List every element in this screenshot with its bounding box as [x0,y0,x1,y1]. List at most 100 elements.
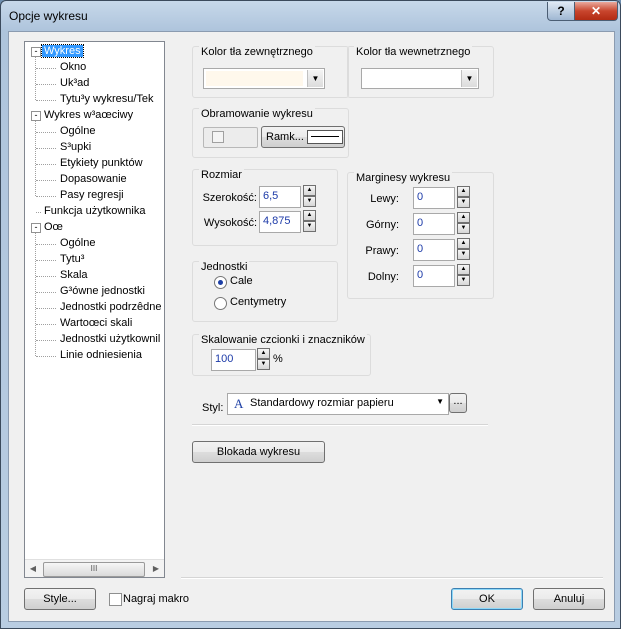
tree-item[interactable]: G³ówne jednostki [58,284,147,299]
tree-item-label: Jednostki podrzêdne [60,301,162,313]
down-arrow-icon[interactable]: ▼ [457,197,470,208]
cm-radio[interactable] [214,297,227,310]
lock-chart-button[interactable]: Blokada wykresu [192,441,325,463]
margins-group: Marginesy wykresu Lewy: 0 ▲ ▼ Górny: 0 ▲ ▼… [347,172,494,299]
tree-item[interactable]: Oœ [42,220,65,235]
tree-item[interactable]: Okno [58,60,88,75]
tree-item[interactable]: S³upki [58,140,93,155]
chevron-down-icon[interactable]: ▼ [461,70,477,87]
frame-button[interactable]: Ramk... [261,126,345,148]
border-toggle[interactable] [203,127,258,148]
down-arrow-icon[interactable]: ▼ [303,221,316,232]
margin-top-value: 0 [417,217,424,229]
up-arrow-icon[interactable]: ▲ [303,185,316,196]
up-arrow-icon[interactable]: ▲ [257,348,270,359]
tree-item-label: Linie odniesienia [60,349,142,361]
up-arrow-icon[interactable]: ▲ [303,210,316,221]
tree-item[interactable]: Wykres [41,44,84,59]
tree-item[interactable]: Uk³ad [58,76,91,91]
record-macro-label[interactable]: Nagraj makro [123,593,189,605]
margin-left-stepper[interactable]: ▲ ▼ [457,186,470,208]
height-input[interactable]: 4,875 [259,211,301,233]
margin-right-stepper[interactable]: ▲ ▼ [457,238,470,260]
help-button[interactable]: ? [547,2,575,21]
down-arrow-icon[interactable]: ▼ [457,223,470,234]
tree-item[interactable]: Jednostki użytkownil [58,332,162,347]
record-macro-checkbox[interactable] [109,593,122,606]
tree-item[interactable]: Skala [58,268,90,283]
margin-left-value: 0 [417,191,424,203]
scroll-left-icon[interactable]: ◀ [28,563,38,574]
margin-bottom-stepper[interactable]: ▲ ▼ [457,264,470,286]
tree-item[interactable]: Jednostki podrzêdne [58,300,164,315]
tree-item[interactable]: Ogólne [58,124,97,139]
tree-guide-line [35,56,36,100]
tree-item[interactable]: Wartoœci skali [58,316,134,331]
tree-item[interactable]: Tytu³ [58,252,86,267]
title-bar[interactable]: Opcje wykresu ? ✕ [1,1,620,31]
window-title: Opcje wykresu [9,9,88,23]
inches-label[interactable]: Cale [230,275,253,287]
chevron-down-icon[interactable]: ▼ [307,70,323,87]
style-browse-button[interactable]: ... [449,393,467,413]
cancel-button[interactable]: Anuluj [533,588,605,610]
size-label: Rozmiar [199,169,244,181]
up-arrow-icon[interactable]: ▲ [457,186,470,197]
scroll-right-icon[interactable]: ▶ [151,563,161,574]
margin-left-input[interactable]: 0 [413,187,455,209]
tree-item[interactable]: Funkcja użytkownika [42,204,148,219]
dialog-window: Opcje wykresu ? ✕ Wykres - Okno Uk³ad Tytu³y… [0,0,621,629]
up-arrow-icon[interactable]: ▲ [457,212,470,223]
outer-bg-combo[interactable]: ▼ [203,68,325,89]
margin-top-stepper[interactable]: ▲ ▼ [457,212,470,234]
width-input[interactable]: 6,5 [259,186,301,208]
tree-item[interactable]: Tytu³y wykresu/Tek [58,92,156,107]
collapse-icon[interactable]: - [31,47,41,57]
scaling-stepper[interactable]: ▲ ▼ [257,348,270,370]
size-group: Rozmiar Szerokość: 6,5 ▲ ▼ Wysokość: 4,87… [192,169,338,246]
tree-item-label: Jednostki użytkownil [60,333,161,345]
up-arrow-icon[interactable]: ▲ [457,264,470,275]
collapse-icon[interactable]: - [31,111,41,121]
height-label: Wysokość: [203,217,257,229]
close-button[interactable]: ✕ [574,2,618,21]
margin-bottom-input[interactable]: 0 [413,265,455,287]
down-arrow-icon[interactable]: ▼ [457,249,470,260]
tree-item[interactable]: Dopasowanie [58,172,129,187]
tree-item-label: S³upki [60,141,92,153]
scaling-label: Skalowanie czcionki i znaczników [199,334,367,346]
tree-item[interactable]: Pasy regresji [58,188,126,203]
margin-top-input[interactable]: 0 [413,213,455,235]
tree-item[interactable]: Wykres w³aœciwy [42,108,135,123]
style-combo[interactable]: A Standardowy rozmiar papieru ▼ [227,393,449,415]
inches-radio[interactable] [214,276,227,289]
tree-guide-line [36,212,41,213]
scaling-input[interactable]: 100 [211,349,256,371]
tree-guide-line [35,232,36,356]
tree-horizontal-scrollbar[interactable]: ◀ III ▶ [25,559,164,577]
down-arrow-icon[interactable]: ▼ [457,275,470,286]
style-value: Standardowy rozmiar papieru [250,397,394,409]
inner-bg-combo[interactable]: ▼ [361,68,479,89]
cm-label[interactable]: Centymetry [230,296,286,308]
down-arrow-icon[interactable]: ▼ [303,196,316,207]
tree-guide-line [36,164,56,165]
tree-item[interactable]: Etykiety punktów [58,156,145,171]
up-arrow-icon[interactable]: ▲ [457,238,470,249]
margin-right-input[interactable]: 0 [413,239,455,261]
style-button[interactable]: Style... [24,588,96,610]
tree-item[interactable]: Ogólne [58,236,97,251]
tree-item-label: Wykres [41,44,84,58]
collapse-icon[interactable]: - [31,223,41,233]
down-arrow-icon[interactable]: ▼ [257,359,270,370]
height-stepper[interactable]: ▲ ▼ [303,210,316,232]
options-tree[interactable]: Wykres - Okno Uk³ad Tytu³y wykresu/Tek Wykres… [24,41,165,578]
width-stepper[interactable]: ▲ ▼ [303,185,316,207]
scroll-thumb[interactable]: III [43,562,145,577]
tree-item[interactable]: Linie odniesienia [58,348,144,363]
ok-button[interactable]: OK [451,588,523,610]
tree-item-label: Wykres w³aœciwy [44,109,134,121]
chevron-down-icon[interactable]: ▼ [436,397,444,406]
tree-guide-line [36,308,56,309]
line-sample-icon [307,130,343,144]
